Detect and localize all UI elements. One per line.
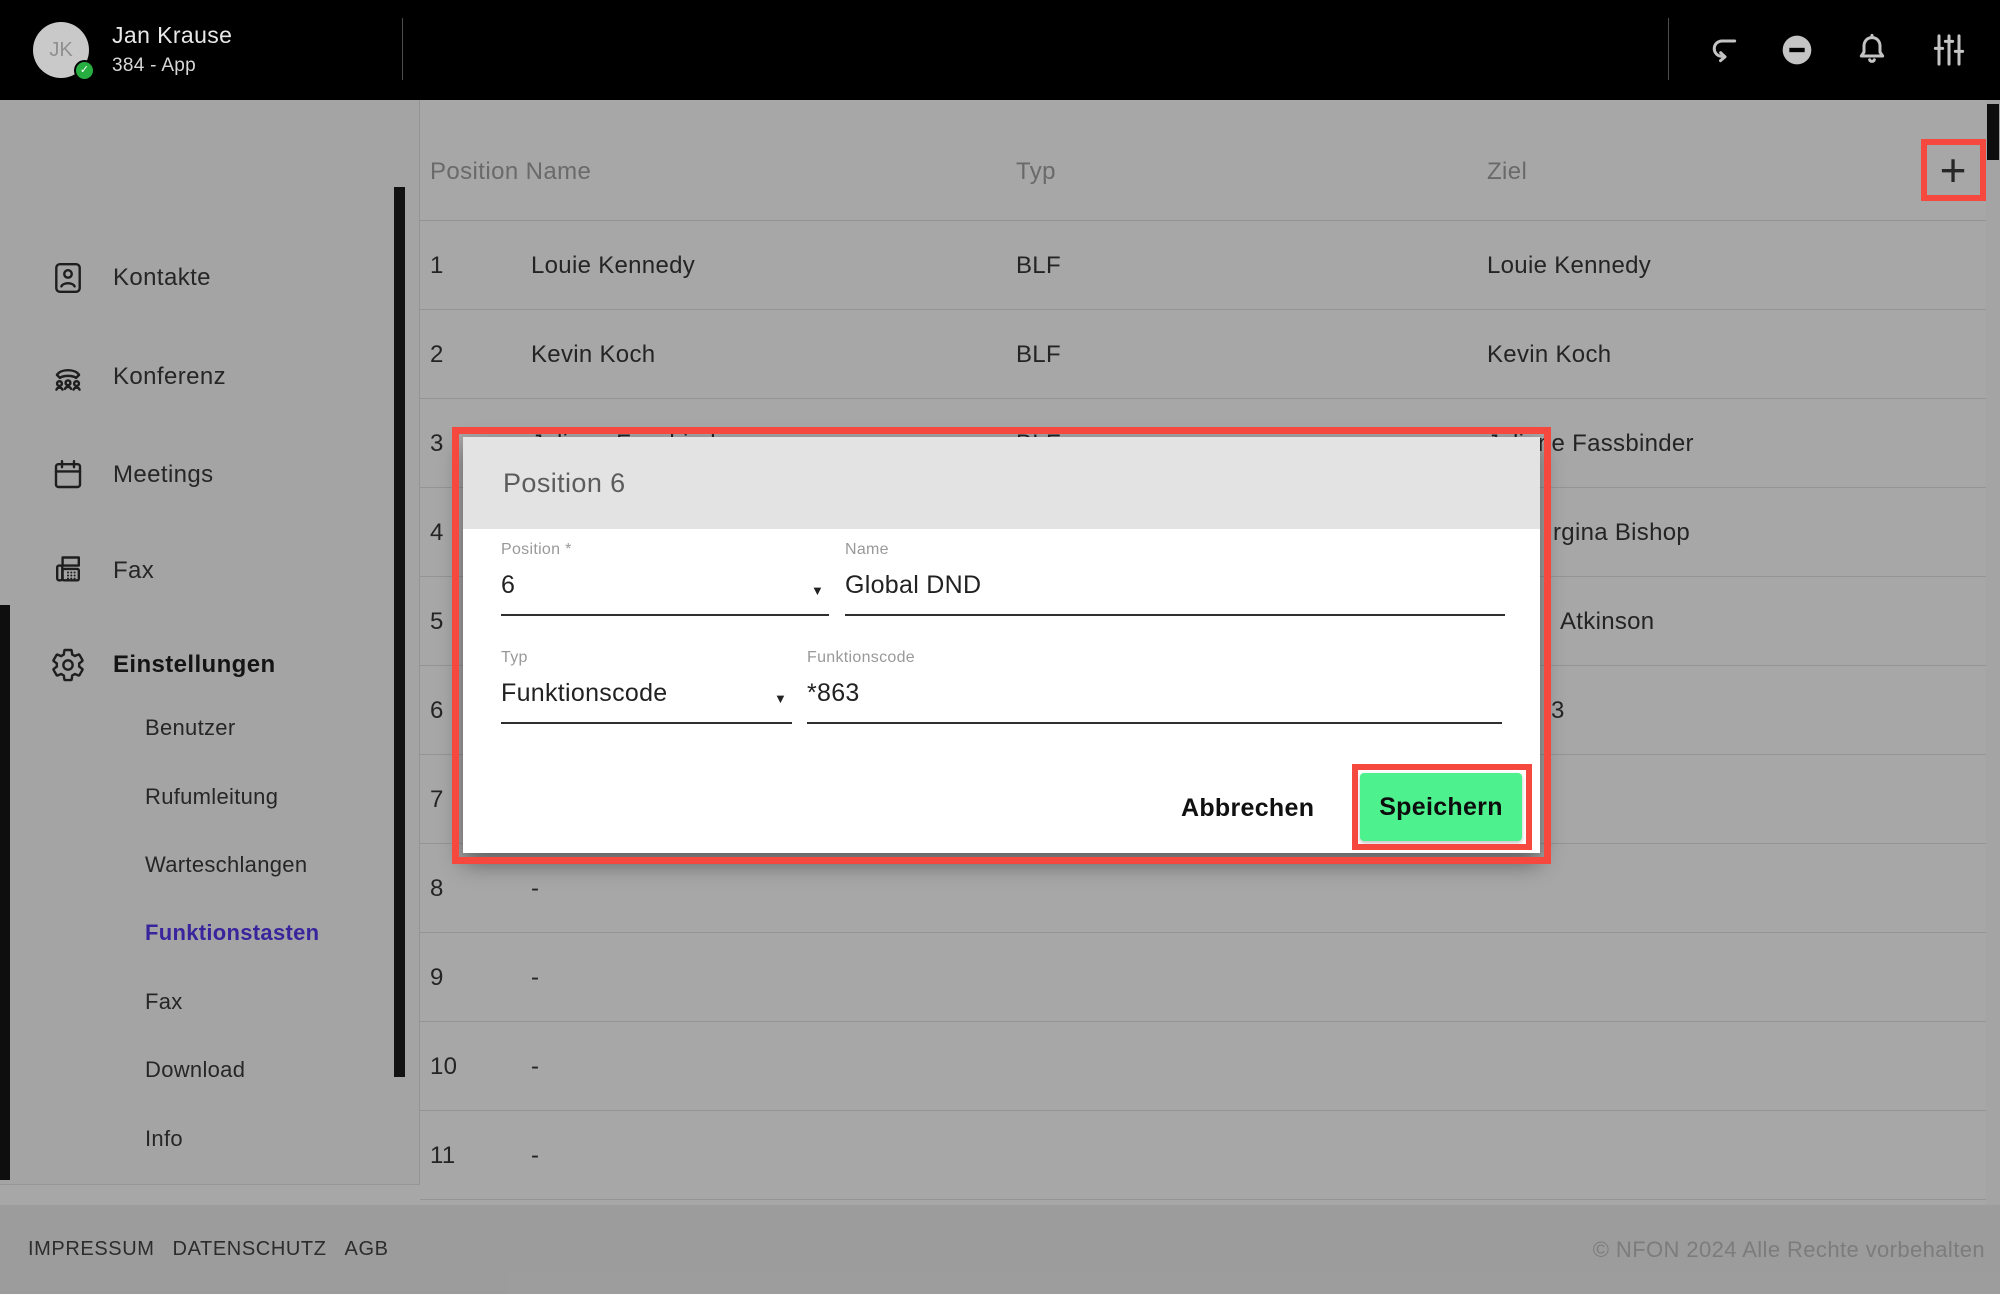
position-select[interactable]: 6	[501, 571, 515, 600]
typ-field-underline	[501, 722, 792, 724]
name-input[interactable]: Global DND	[845, 571, 981, 600]
header-divider	[1668, 18, 1669, 80]
online-status-icon: ✓	[74, 60, 95, 81]
name-field-underline	[845, 614, 1505, 616]
position-field-underline	[501, 614, 829, 616]
position-field-label: Position *	[501, 541, 572, 559]
user-extension: 384 - App	[112, 55, 196, 77]
typ-select[interactable]: Funktionscode	[501, 679, 668, 708]
call-return-icon[interactable]	[1705, 30, 1745, 70]
do-not-disturb-icon[interactable]	[1777, 30, 1817, 70]
position-dialog: Position 6 Position * 6 ▼ Name Global DN…	[463, 437, 1540, 853]
header-divider	[402, 18, 403, 80]
notifications-icon[interactable]	[1852, 30, 1892, 70]
user-name: Jan Krause	[112, 22, 232, 49]
save-button[interactable]: Speichern	[1360, 773, 1522, 841]
dialog-title: Position 6	[503, 437, 626, 529]
dialog-titlebar: Position 6	[463, 437, 1540, 529]
funktionscode-field-label: Funktionscode	[807, 649, 915, 667]
app-window: JK ✓ Jan Krause 384 - App Kontakte	[0, 0, 2000, 1294]
typ-field-label: Typ	[501, 649, 528, 667]
chevron-down-icon[interactable]: ▼	[811, 583, 824, 598]
funktionscode-field-underline	[807, 722, 1502, 724]
filter-settings-icon[interactable]	[1929, 30, 1969, 70]
name-field-label: Name	[845, 541, 889, 559]
cancel-button[interactable]: Abbrechen	[1181, 789, 1313, 827]
chevron-down-icon[interactable]: ▼	[774, 691, 787, 706]
top-bar: JK ✓ Jan Krause 384 - App	[0, 0, 2000, 100]
funktionscode-input[interactable]: *863	[807, 679, 860, 708]
